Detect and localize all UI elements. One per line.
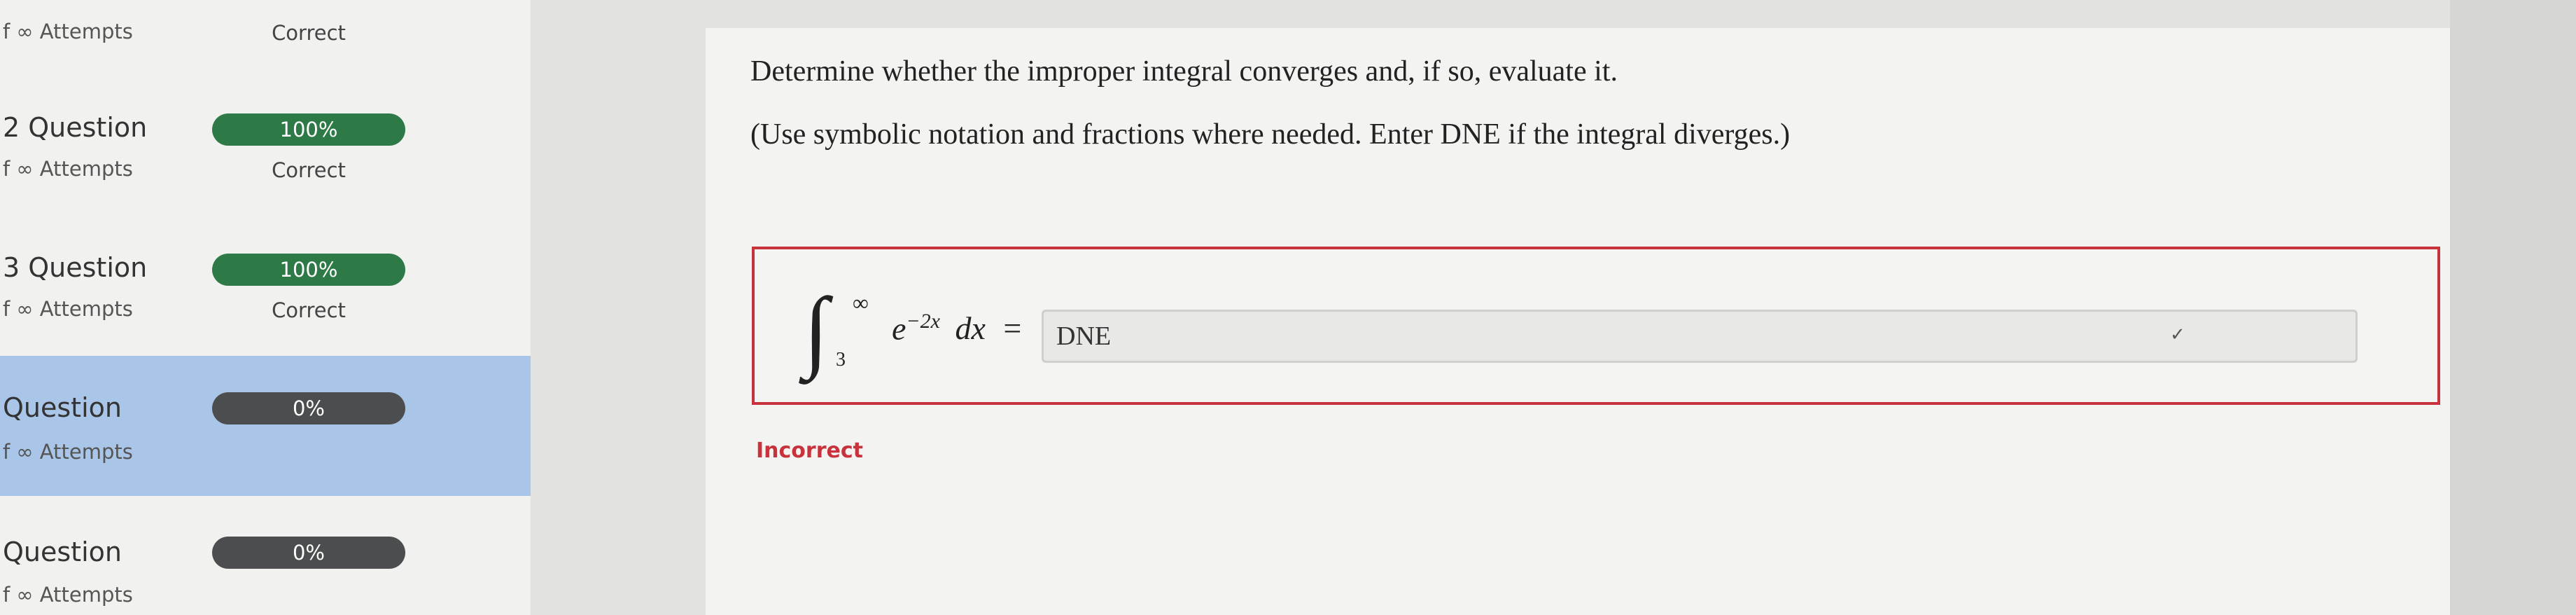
attempts-label: f ∞ Attempts <box>3 583 133 607</box>
integrand-exponent: −2x <box>906 310 940 333</box>
score-pill: 100% <box>212 113 405 146</box>
equals-sign: = <box>1003 310 1022 347</box>
window-edge <box>2450 0 2576 615</box>
status-label: Correct <box>272 21 346 45</box>
attempts-label: f ∞ Attempts <box>3 157 133 181</box>
question-title: 2 Question <box>3 112 148 143</box>
sidebar-item-question-5[interactable]: Question 0% f ∞ Attempts <box>0 504 531 615</box>
sidebar-item-question-3[interactable]: 3 Question 100% f ∞ Attempts Correct <box>0 231 531 371</box>
question-note: (Use symbolic notation and fractions whe… <box>750 118 1791 151</box>
question-title: Question <box>3 537 122 567</box>
check-icon: ✓ <box>2170 324 2185 345</box>
integrand-base: e <box>892 310 906 347</box>
sidebar-item-question-4[interactable]: Question 0% f ∞ Attempts <box>0 356 531 496</box>
question-title: Question <box>3 392 122 423</box>
question-prompt: Determine whether the improper integral … <box>750 55 1618 88</box>
answer-box: ∫ ∞ 3 e−2x dx = DNE ✓ <box>752 247 2440 405</box>
feedback-label: Incorrect <box>756 438 863 463</box>
integral-upper-limit: ∞ <box>853 290 869 315</box>
differential: dx <box>955 310 986 347</box>
question-sidebar: f ∞ Attempts Correct 2 Question 100% f ∞… <box>0 0 531 615</box>
score-pill: 0% <box>212 537 405 569</box>
attempts-label: f ∞ Attempts <box>3 297 133 321</box>
score-pill: 100% <box>212 254 405 286</box>
score-pill: 0% <box>212 392 405 424</box>
attempts-label: f ∞ Attempts <box>3 440 133 464</box>
integrand: e−2x dx = <box>892 310 1021 347</box>
integral-sign: ∫ <box>804 279 829 380</box>
integral-lower-limit: 3 <box>836 349 846 371</box>
status-label: Correct <box>272 158 346 182</box>
answer-input[interactable]: DNE <box>1042 310 2358 363</box>
sidebar-item-question-1[interactable]: f ∞ Attempts Correct <box>0 0 531 49</box>
question-panel: Determine whether the improper integral … <box>706 28 2450 615</box>
sidebar-item-question-2[interactable]: 2 Question 100% f ∞ Attempts Correct <box>0 91 531 231</box>
status-label: Correct <box>272 298 346 322</box>
question-title: 3 Question <box>3 252 148 283</box>
attempts-label: f ∞ Attempts <box>3 20 133 43</box>
